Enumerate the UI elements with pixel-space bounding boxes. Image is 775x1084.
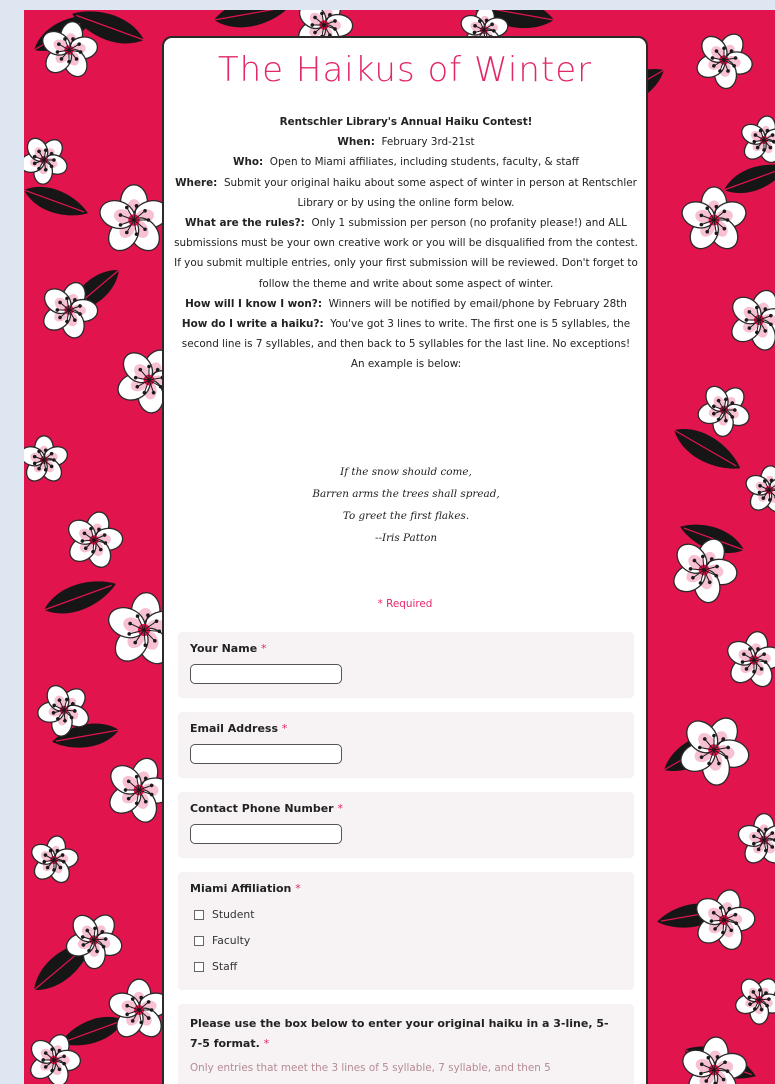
page-title: The Haikus of Winter (217, 50, 593, 90)
who-line: Who: Open to Miami affiliates, including… (233, 156, 579, 169)
poem-line-1: If the snow should come, (340, 466, 472, 478)
page: The Haikus of Winter Rentschler Library'… (0, 0, 775, 1084)
name-input[interactable] (190, 664, 342, 684)
affiliation-label: Miami Affiliation * (190, 882, 301, 895)
affiliation-question: Miami Affiliation * Student Faculty Staf… (178, 872, 634, 990)
email-input[interactable] (190, 744, 342, 764)
phone-input[interactable] (190, 824, 342, 844)
email-question: Email Address * (178, 712, 634, 778)
email-label: Email Address * (190, 722, 288, 735)
phone-question: Contact Phone Number * (178, 792, 634, 858)
name-question: Your Name * (178, 632, 634, 698)
poem-author: --Iris Patton (374, 532, 438, 544)
poem-line-3: To greet the first flakes. (342, 510, 470, 522)
contest-heading: Rentschler Library's Annual Haiku Contes… (279, 116, 533, 128)
checkbox[interactable] (194, 962, 204, 972)
rules-line: What are the rules?: Only 1 submission p… (174, 217, 638, 290)
haiku-label: Please use the box below to enter your o… (190, 1017, 609, 1050)
required-note: * Required (377, 598, 433, 610)
where-line: Where: Submit your original haiku about … (175, 176, 637, 209)
haiku-question: Please use the box below to enter your o… (178, 1004, 634, 1084)
when-line: When: February 3rd-21st (337, 136, 475, 149)
affiliation-option-student[interactable]: Student (194, 908, 255, 921)
contest-description: Rentschler Library's Annual Haiku Contes… (174, 112, 638, 375)
poem-line-2: Barren arms the trees shall spread, (312, 488, 500, 500)
howto-line: How do I write a haiku?: You've got 3 li… (181, 318, 631, 371)
affiliation-option-faculty[interactable]: Faculty (194, 934, 250, 947)
name-label: Your Name * (190, 642, 267, 655)
affiliation-option-staff[interactable]: Staff (194, 960, 237, 973)
checkbox[interactable] (194, 910, 204, 920)
checkbox[interactable] (194, 936, 204, 946)
won-line: How will I know I won?: Winners will be … (185, 297, 627, 310)
haiku-help-text: Only entries that meet the 3 lines of 5 … (190, 1062, 551, 1074)
phone-label: Contact Phone Number * (190, 802, 343, 815)
form-card: The Haikus of Winter Rentschler Library'… (162, 36, 648, 1084)
